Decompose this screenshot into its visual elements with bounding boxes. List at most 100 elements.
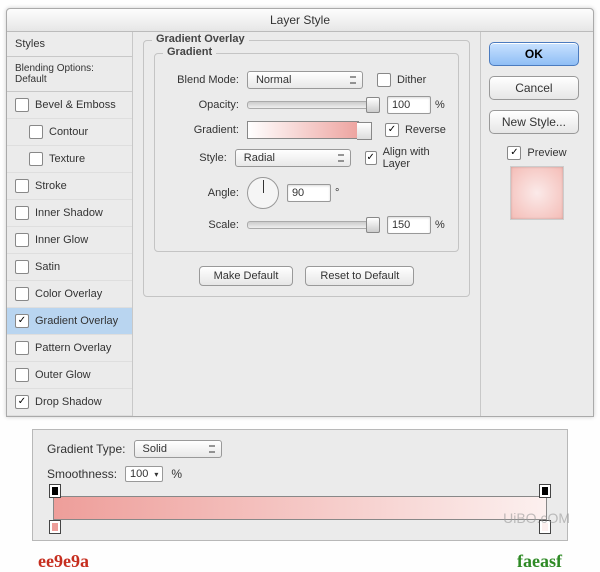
label-smoothness: Smoothness: — [47, 467, 117, 481]
checkbox-icon[interactable] — [365, 151, 377, 165]
style-item-inner-shadow[interactable]: Inner Shadow — [7, 200, 132, 227]
smoothness-value: 100 — [130, 468, 148, 480]
checkbox-icon[interactable] — [15, 287, 29, 301]
dialog-body: Styles Blending Options: Default Bevel &… — [7, 32, 593, 416]
dither-label: Dither — [397, 74, 426, 86]
dither-checkbox[interactable]: Dither — [377, 73, 426, 87]
styles-panel: Styles Blending Options: Default Bevel &… — [7, 32, 133, 416]
ok-button[interactable]: OK — [489, 42, 579, 66]
checkbox-icon[interactable] — [15, 260, 29, 274]
label-opacity: Opacity: — [167, 99, 239, 111]
smoothness-input[interactable]: 100 ▾ — [125, 466, 163, 482]
style-item-texture[interactable]: Texture — [7, 146, 132, 173]
dropdown-arrow-icon[interactable]: ▾ — [154, 470, 158, 479]
settings-panel: Gradient Overlay Gradient Blend Mode: No… — [133, 32, 480, 416]
new-style-button[interactable]: New Style... — [489, 110, 579, 134]
row-smoothness: Smoothness: 100 ▾ % — [47, 466, 553, 482]
style-item-label: Outer Glow — [35, 369, 91, 381]
blending-options-header[interactable]: Blending Options: Default — [7, 57, 132, 92]
degree-unit: ° — [335, 187, 339, 199]
opacity-stop-left[interactable] — [49, 484, 61, 498]
checkbox-icon[interactable] — [507, 146, 521, 160]
checkbox-icon[interactable] — [29, 125, 43, 139]
align-label: Align with Layer — [383, 146, 446, 170]
style-item-label: Contour — [49, 126, 88, 138]
gradient-editor-panel: Gradient Type: Solid Smoothness: 100 ▾ % — [32, 429, 568, 541]
gradient-swatch[interactable] — [247, 121, 359, 139]
make-default-button[interactable]: Make Default — [199, 266, 294, 286]
checkbox-icon[interactable] — [15, 233, 29, 247]
action-panel: OK Cancel New Style... Preview — [480, 32, 593, 416]
preview-checkbox[interactable]: Preview — [507, 146, 566, 160]
gradient-group: Gradient Blend Mode: Normal Dither Opaci… — [154, 53, 459, 252]
checkbox-icon[interactable] — [15, 395, 29, 409]
style-item-stroke[interactable]: Stroke — [7, 173, 132, 200]
gradient-type-select[interactable]: Solid — [134, 440, 222, 458]
style-item-label: Bevel & Emboss — [35, 99, 116, 111]
style-item-label: Stroke — [35, 180, 67, 192]
preview-group: Preview — [489, 146, 585, 220]
hex-right: faeasf — [517, 551, 562, 572]
opacity-input[interactable]: 100 — [387, 96, 431, 114]
checkbox-icon[interactable] — [15, 179, 29, 193]
color-stop-right[interactable] — [539, 520, 551, 534]
gradient-bar-wrap — [47, 496, 553, 520]
angle-input[interactable]: 90 — [287, 184, 331, 202]
style-item-label: Pattern Overlay — [35, 342, 111, 354]
color-hex-labels: ee9e9a faeasf — [38, 551, 562, 572]
gradient-overlay-group: Gradient Overlay Gradient Blend Mode: No… — [143, 40, 470, 297]
gradient-bar[interactable] — [53, 496, 547, 520]
style-item-contour[interactable]: Contour — [7, 119, 132, 146]
blend-mode-select[interactable]: Normal — [247, 71, 363, 89]
checkbox-icon[interactable] — [385, 123, 399, 137]
styles-header[interactable]: Styles — [7, 32, 132, 57]
opacity-slider[interactable] — [247, 101, 379, 109]
style-item-color-overlay[interactable]: Color Overlay — [7, 281, 132, 308]
style-item-pattern-overlay[interactable]: Pattern Overlay — [7, 335, 132, 362]
style-select[interactable]: Radial — [235, 149, 351, 167]
style-item-gradient-overlay[interactable]: Gradient Overlay — [7, 308, 132, 335]
cancel-button[interactable]: Cancel — [489, 76, 579, 100]
style-item-drop-shadow[interactable]: Drop Shadow — [7, 389, 132, 416]
default-buttons-row: Make Default Reset to Default — [154, 266, 459, 286]
style-item-label: Gradient Overlay — [35, 315, 118, 327]
label-style: Style: — [167, 152, 227, 164]
checkbox-icon[interactable] — [377, 73, 391, 87]
label-scale: Scale: — [167, 219, 239, 231]
inner-group-title: Gradient — [163, 46, 216, 58]
style-item-satin[interactable]: Satin — [7, 254, 132, 281]
align-checkbox[interactable]: Align with Layer — [365, 146, 446, 170]
percent-unit: % — [435, 99, 445, 111]
style-item-label: Texture — [49, 153, 85, 165]
row-gradient: Gradient: Reverse — [167, 121, 446, 139]
reverse-checkbox[interactable]: Reverse — [385, 123, 446, 137]
window-title: Layer Style — [7, 9, 593, 32]
color-stop-left[interactable] — [49, 520, 61, 534]
style-item-label: Drop Shadow — [35, 396, 102, 408]
style-item-bevel[interactable]: Bevel & Emboss — [7, 92, 132, 119]
row-style: Style: Radial Align with Layer — [167, 146, 446, 170]
checkbox-icon[interactable] — [15, 368, 29, 382]
checkbox-icon[interactable] — [15, 341, 29, 355]
scale-slider[interactable] — [247, 221, 379, 229]
reset-default-button[interactable]: Reset to Default — [305, 266, 414, 286]
layer-style-dialog: Layer Style Styles Blending Options: Def… — [6, 8, 594, 417]
group-title: Gradient Overlay — [152, 33, 249, 45]
checkbox-icon[interactable] — [15, 98, 29, 112]
style-item-label: Inner Shadow — [35, 207, 103, 219]
scale-input[interactable]: 150 — [387, 216, 431, 234]
style-item-inner-glow[interactable]: Inner Glow — [7, 227, 132, 254]
checkbox-icon[interactable] — [15, 206, 29, 220]
preview-label: Preview — [527, 147, 566, 159]
label-gradient-type: Gradient Type: — [47, 442, 126, 456]
preview-swatch — [510, 166, 564, 220]
checkbox-icon[interactable] — [15, 314, 29, 328]
checkbox-icon[interactable] — [29, 152, 43, 166]
style-item-label: Color Overlay — [35, 288, 102, 300]
angle-dial[interactable] — [247, 177, 279, 209]
percent-unit: % — [435, 219, 445, 231]
percent-unit: % — [171, 467, 182, 481]
style-item-outer-glow[interactable]: Outer Glow — [7, 362, 132, 389]
row-gradient-type: Gradient Type: Solid — [47, 440, 553, 458]
opacity-stop-right[interactable] — [539, 484, 551, 498]
